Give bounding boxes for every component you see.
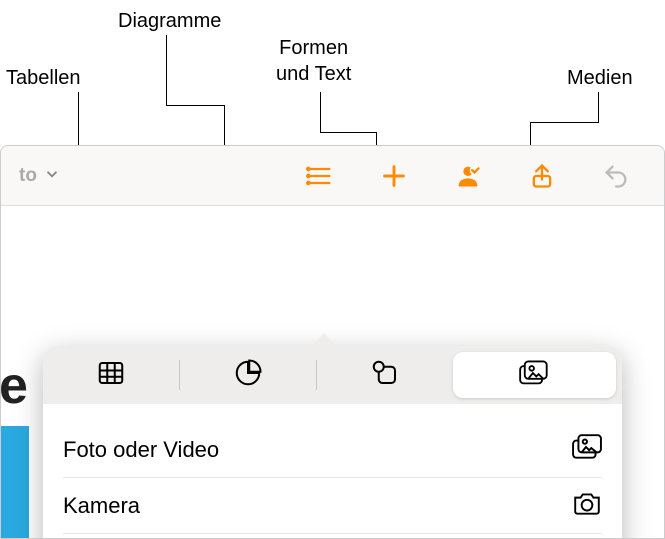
tab-shapes[interactable] — [317, 346, 453, 404]
document-title-fragment: to — [19, 165, 37, 187]
title-area[interactable]: to — [19, 165, 61, 187]
leader-line — [530, 122, 599, 123]
callouts-layer: Tabellen Diagramme Formen und Text Medie… — [0, 0, 665, 145]
tab-media[interactable] — [453, 352, 616, 398]
bg-text-fragment: e — [0, 356, 28, 416]
leader-line — [166, 35, 167, 105]
menu-item-record-audio[interactable]: Audio aufnehmen — [63, 534, 602, 539]
tab-charts[interactable] — [180, 346, 316, 404]
callout-charts: Diagramme — [118, 8, 221, 34]
media-icon — [519, 358, 549, 393]
collaborate-button[interactable] — [438, 156, 498, 196]
insert-popover: Foto oder Video Kamera Audio aufnehmen — [43, 346, 622, 539]
photo-video-icon — [572, 433, 602, 467]
toolbar: to — [1, 146, 664, 206]
leader-line — [320, 132, 376, 133]
pie-chart-icon — [233, 358, 263, 393]
callout-media: Medien — [567, 65, 633, 91]
menu-item-camera[interactable]: Kamera — [63, 478, 602, 534]
callout-tables: Tabellen — [6, 65, 81, 91]
popover-arrow — [310, 333, 338, 347]
menu-item-label: Kamera — [63, 493, 140, 519]
menu-item-label: Foto oder Video — [63, 437, 219, 463]
leader-line — [166, 105, 224, 106]
table-icon — [96, 358, 126, 393]
insert-tabs — [43, 346, 622, 404]
outline-button[interactable] — [290, 156, 350, 196]
shapes-icon — [370, 358, 400, 393]
leader-line — [320, 92, 321, 132]
camera-icon — [572, 489, 602, 523]
tab-tables[interactable] — [43, 346, 179, 404]
bg-blue-strip — [1, 426, 29, 538]
undo-button[interactable] — [586, 156, 646, 196]
app-window: to e — [0, 145, 665, 539]
chevron-down-icon[interactable] — [43, 165, 61, 186]
insert-button[interactable] — [364, 156, 424, 196]
callout-shapes: Formen und Text — [276, 35, 351, 87]
menu-item-photo-video[interactable]: Foto oder Video — [63, 422, 602, 478]
share-button[interactable] — [512, 156, 572, 196]
leader-line — [598, 92, 599, 122]
media-menu-list: Foto oder Video Kamera Audio aufnehmen — [43, 404, 622, 539]
